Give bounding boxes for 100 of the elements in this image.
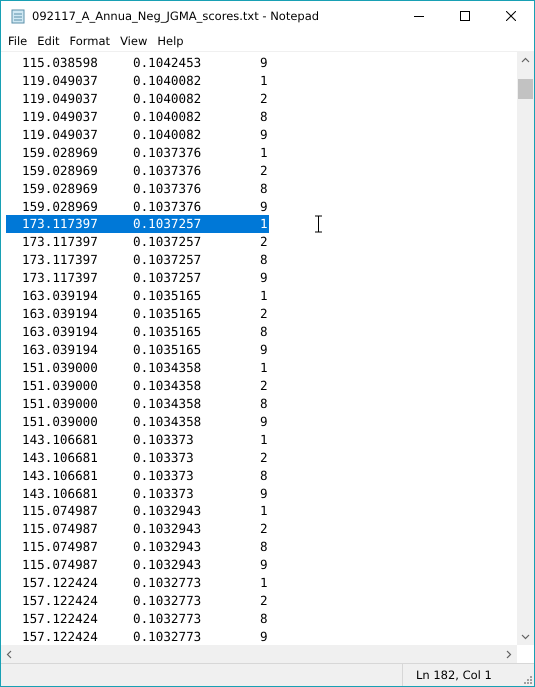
line-text: 143.106681 xyxy=(22,468,99,483)
line-text: 1 xyxy=(260,360,268,375)
line-text: 119.049037 xyxy=(22,126,99,142)
line-text: 8 xyxy=(260,108,268,124)
line-text: 9 xyxy=(260,342,268,357)
line-text: 0.1032943 xyxy=(133,539,202,554)
line-text: 0.1034358 xyxy=(133,414,202,429)
line-text: 173.117397 xyxy=(22,270,99,286)
line-text: 2 xyxy=(260,378,268,393)
line-text: 1 xyxy=(260,503,268,518)
line-text: 9 xyxy=(260,629,268,644)
line-text: 0.1037376 xyxy=(133,198,202,214)
line-text: 151.039000 xyxy=(22,378,99,393)
vertical-scrollbar[interactable] xyxy=(517,52,534,645)
line-text: 2 xyxy=(260,593,268,608)
line-text: 2 xyxy=(260,90,268,106)
scrollbar-thumb[interactable] xyxy=(518,79,533,99)
line-text: 1 xyxy=(260,216,268,232)
line-text: 0.1037257 xyxy=(133,234,202,250)
line-text: 0.1032943 xyxy=(133,503,202,518)
line-text: 115.074987 xyxy=(22,521,99,536)
line-text: 159.028969 xyxy=(22,144,99,160)
line-text: 0.1037376 xyxy=(133,144,202,160)
menu-item[interactable]: View xyxy=(115,31,152,51)
line-text: 0.1037376 xyxy=(133,180,202,196)
window-title: 092117_A_Annua_Neg_JGMA_scores.txt - Notepad xyxy=(32,9,320,23)
menu-item[interactable]: Format xyxy=(64,31,116,51)
line-text: 2 xyxy=(260,234,268,250)
line-text: 151.039000 xyxy=(22,414,99,429)
line-text: 8 xyxy=(260,468,268,483)
line-text: 1 xyxy=(260,288,268,304)
line-text: 0.1040082 xyxy=(133,108,202,124)
line-text: 0.1037257 xyxy=(133,270,202,286)
line-text: 0.1037376 xyxy=(133,162,202,178)
line-text: 0.1037257 xyxy=(133,252,202,268)
line-text: 2 xyxy=(260,450,268,465)
line-text: 8 xyxy=(260,180,268,196)
line-text: 173.117397 xyxy=(22,216,99,232)
line-text: 8 xyxy=(260,611,268,626)
line-text: 0.103373 xyxy=(133,468,195,483)
line-text: 1 xyxy=(260,575,268,590)
line-text: 9 xyxy=(260,55,268,70)
menu-item[interactable]: Help xyxy=(152,31,189,51)
line-text: 115.074987 xyxy=(22,557,99,572)
line-text: 157.122424 xyxy=(22,593,99,608)
line-text: 8 xyxy=(260,539,268,554)
line-text: 115.038598 xyxy=(22,55,99,70)
menu-item[interactable]: Edit xyxy=(32,31,65,51)
line-text: 2 xyxy=(260,521,268,536)
resize-grip-icon[interactable] xyxy=(522,674,532,684)
line-text: 159.028969 xyxy=(22,180,99,196)
line-text: 143.106681 xyxy=(22,432,99,447)
line-text: 119.049037 xyxy=(22,90,99,106)
line-text: 9 xyxy=(260,198,268,214)
line-text: 0.103373 xyxy=(133,450,195,465)
line-text: 0.1034358 xyxy=(133,396,202,411)
line-text: 143.106681 xyxy=(22,486,99,500)
line-text: 0.1035165 xyxy=(133,342,202,357)
line-text: 173.117397 xyxy=(22,252,99,268)
line-text: 1 xyxy=(260,72,268,88)
line-text: 151.039000 xyxy=(22,360,99,375)
line-text: 9 xyxy=(260,126,268,142)
line-text: 0.1042453 xyxy=(133,55,202,70)
line-text: 0.1032943 xyxy=(133,557,202,572)
line-text: 151.039000 xyxy=(22,396,99,411)
menu-item[interactable]: File xyxy=(3,31,32,51)
line-text: 9 xyxy=(260,486,268,500)
line-text: 143.106681 xyxy=(22,450,99,465)
line-text: 0.1034358 xyxy=(133,360,202,375)
horizontal-scrollbar[interactable] xyxy=(1,645,517,663)
line-text: 115.074987 xyxy=(22,503,99,518)
line-text: 0.1035165 xyxy=(133,306,202,322)
close-icon xyxy=(506,11,516,21)
line-text: 119.049037 xyxy=(22,72,99,88)
line-text: 163.039194 xyxy=(22,288,99,304)
line-text: 0.1032773 xyxy=(133,593,202,608)
line-text: 2 xyxy=(260,162,268,178)
line-text: 159.028969 xyxy=(22,198,99,214)
line-text: 0.1040082 xyxy=(133,126,202,142)
line-text: 159.028969 xyxy=(22,162,99,178)
line-text: 0.1040082 xyxy=(133,72,202,88)
line-text: 115.074987 xyxy=(22,539,99,554)
line-text: 163.039194 xyxy=(22,324,99,340)
notepad-icon xyxy=(10,8,26,24)
line-text: 157.122424 xyxy=(22,611,99,626)
line-text: 2 xyxy=(260,306,268,322)
line-text: 157.122424 xyxy=(22,629,99,644)
line-text: 163.039194 xyxy=(22,306,99,322)
line-text: 119.049037 xyxy=(22,108,99,124)
cursor-position: Ln 182, Col 1 xyxy=(416,668,492,682)
line-text: 1 xyxy=(260,144,268,160)
line-text: 0.1034358 xyxy=(133,378,202,393)
line-text: 9 xyxy=(260,270,268,286)
line-text: 9 xyxy=(260,557,268,572)
line-text: 8 xyxy=(260,252,268,268)
line-text: 8 xyxy=(260,396,268,411)
line-text: 0.103373 xyxy=(133,432,195,447)
line-text: 9 xyxy=(260,414,268,429)
line-text: 0.1032773 xyxy=(133,611,202,626)
line-text: 173.117397 xyxy=(22,234,99,250)
